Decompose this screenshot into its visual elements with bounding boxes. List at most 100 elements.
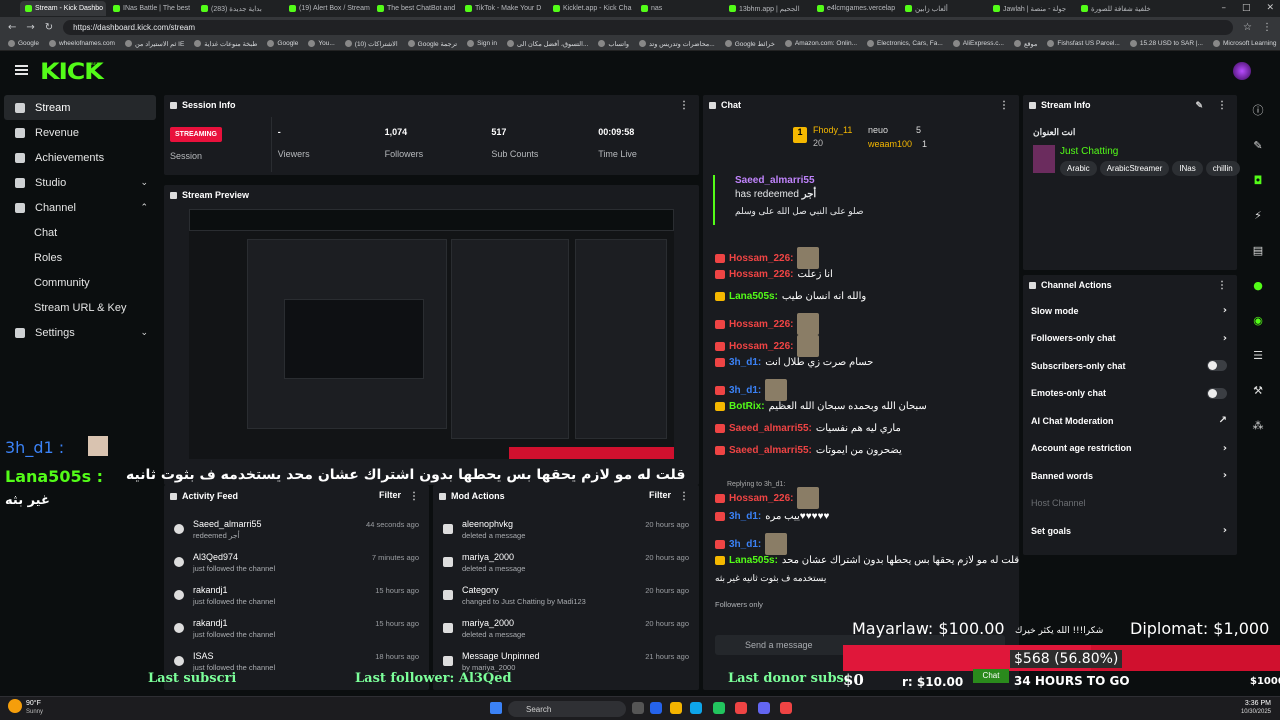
- mod-action-item[interactable]: aleenophvkg deleted a message 20 hours ago: [433, 515, 699, 548]
- chat-message[interactable]: Lana505s: قلت له مو لازم يحقها بس يحطها ب…: [715, 555, 1019, 566]
- chat-message[interactable]: Hossam_226:: [715, 247, 820, 269]
- chat-username[interactable]: Hossam_226:: [729, 341, 793, 352]
- bookmark-item[interactable]: Google: [8, 40, 39, 47]
- chat-message[interactable]: Lana505s: والله انه انسان طيب: [715, 291, 866, 302]
- more-icon[interactable]: ⋮: [1217, 100, 1227, 111]
- start-icon[interactable]: [490, 702, 502, 714]
- obs-icon[interactable]: [780, 702, 792, 714]
- bookmark-item[interactable]: Amazon.com: Onlin...: [784, 40, 857, 47]
- leader-name[interactable]: Fhody_11: [813, 125, 852, 135]
- chrome-icon[interactable]: [713, 702, 725, 714]
- share-icon[interactable]: ⁂: [1241, 410, 1275, 440]
- chat-username[interactable]: Hossam_226:: [729, 319, 793, 330]
- sidebar-item-chat[interactable]: Chat: [0, 220, 160, 245]
- channel-action-item[interactable]: Followers-only chat ›: [1023, 325, 1237, 353]
- bookmark-item[interactable]: Google ترجمة: [407, 40, 457, 48]
- chat-message[interactable]: 3h_d1: حسام صرت زي طلال انت: [715, 357, 873, 368]
- activity-item[interactable]: Saeed_almarri55 redeemed أجر 44 seconds ag…: [164, 515, 429, 548]
- bookmark-item[interactable]: You...: [308, 40, 335, 47]
- notes-icon[interactable]: ▤: [1241, 235, 1275, 265]
- info-icon[interactable]: ⓘ: [1241, 95, 1275, 125]
- sidebar-item-roles[interactable]: Roles: [0, 245, 160, 270]
- bookmark-item[interactable]: AliExpress.c...: [952, 40, 1004, 47]
- more-icon[interactable]: ⋮: [679, 100, 689, 111]
- hamburger-icon[interactable]: [15, 65, 28, 75]
- chat-message[interactable]: 3h_d1: ييب مره♥♥♥♥♥: [715, 511, 829, 522]
- tag-chip[interactable]: INas: [1172, 161, 1203, 176]
- bookmark-item[interactable]: ثم الاستيراد من IE: [124, 40, 184, 48]
- activity-item[interactable]: rakandj1 just followed the channel 15 hour…: [164, 581, 429, 614]
- category-name[interactable]: Just Chatting: [1060, 146, 1118, 157]
- bookmark-item[interactable]: واتساب: [598, 40, 629, 48]
- sidebar-item-stream-url-key[interactable]: Stream URL & Key: [0, 295, 160, 320]
- channel-action-item[interactable]: Banned words ›: [1023, 462, 1237, 490]
- minimize-button[interactable]: –: [1221, 3, 1226, 13]
- channel-action-item[interactable]: AI Chat Moderation ↗: [1023, 407, 1237, 435]
- channel-action-item[interactable]: Slow mode ›: [1023, 297, 1237, 325]
- bookmark-item[interactable]: Microsoft Learning: [1212, 40, 1276, 47]
- star-icon[interactable]: ☆: [1243, 22, 1252, 33]
- tag-chip[interactable]: Arabic: [1060, 161, 1097, 176]
- more-icon[interactable]: ⋮: [999, 100, 1009, 111]
- browser-tab[interactable]: (283) بداية جديدة: [196, 1, 282, 16]
- folder-icon[interactable]: [670, 702, 682, 714]
- taskbar-search[interactable]: Search: [508, 701, 626, 717]
- activity-item[interactable]: Al3Qed974 just followed the channel 7 minu…: [164, 548, 429, 581]
- chat-message[interactable]: Hossam_226:: [715, 335, 820, 357]
- more-icon[interactable]: ⋮: [1217, 280, 1227, 291]
- bookmark-item[interactable]: Google: [267, 40, 298, 47]
- reload-icon[interactable]: ↻: [45, 22, 53, 33]
- browser-tab[interactable]: Stream - Kick Dashbo: [20, 1, 106, 16]
- browser-tab[interactable]: nas: [636, 1, 722, 16]
- chat-message[interactable]: Hossam_226:: [715, 487, 820, 509]
- sidebar-item-studio[interactable]: Studio ⌄: [0, 170, 160, 195]
- bookmark-item[interactable]: wheelofnames.com: [48, 40, 115, 47]
- chat-username[interactable]: 3h_d1:: [729, 357, 761, 368]
- bookmark-item[interactable]: التسوق، أفضل مكان الى...: [506, 40, 588, 48]
- toggle-switch[interactable]: [1207, 360, 1227, 372]
- bookmark-item[interactable]: Google خرائط: [724, 40, 775, 48]
- sidebar-item-channel[interactable]: Channel ⌃: [0, 195, 160, 220]
- app-icon[interactable]: [650, 702, 662, 714]
- forward-icon[interactable]: →: [26, 22, 34, 33]
- tag-chip[interactable]: chillin: [1205, 161, 1240, 176]
- chat-username[interactable]: Saeed_almarri55:: [729, 445, 812, 456]
- channel-action-item[interactable]: Account age restriction ›: [1023, 435, 1237, 463]
- sidebar-item-revenue[interactable]: Revenue: [0, 120, 160, 145]
- taskview-icon[interactable]: [632, 702, 644, 714]
- channel-action-item[interactable]: Set goals ›: [1023, 517, 1237, 545]
- browser-tab[interactable]: TikTok - Make Your D: [460, 1, 546, 16]
- chat-message[interactable]: BotRix: سبحان الله وبحمده سبحان الله العظ…: [715, 401, 927, 412]
- activity-item[interactable]: rakandj1 just followed the channel 15 hour…: [164, 614, 429, 647]
- bookmark-item[interactable]: محاضرات وتدريس وتد...: [639, 40, 715, 48]
- browser-tab[interactable]: Jawlah | جولة - منصة: [988, 1, 1074, 16]
- chat-username[interactable]: Hossam_226:: [729, 493, 793, 504]
- bookmark-item[interactable]: 15.28 USD to SAR |...: [1129, 40, 1203, 47]
- sidebar-item-community[interactable]: Community: [0, 270, 160, 295]
- sidebar-item-settings[interactable]: Settings ⌄: [0, 320, 160, 345]
- stream-preview-video[interactable]: [189, 209, 674, 459]
- bookmark-item[interactable]: Fishsfast US Parcel...: [1047, 40, 1120, 47]
- back-icon[interactable]: ←: [8, 22, 16, 33]
- browser-tab[interactable]: ألعاب زابين: [900, 1, 986, 16]
- bookmark-item[interactable]: Sign in: [467, 40, 497, 47]
- filter-button[interactable]: Filter: [649, 490, 671, 500]
- mod-action-item[interactable]: Category changed to Just Chatting by Madi…: [433, 581, 699, 614]
- browser-tab[interactable]: e4lcmgames.vercelap: [812, 1, 898, 16]
- capture-icon[interactable]: ◘: [1241, 165, 1275, 195]
- menu-icon[interactable]: ⋮: [1262, 22, 1272, 33]
- chat-message[interactable]: Saeed_almarri55: ماري ليه هم نفسيات: [715, 423, 901, 434]
- chat-username[interactable]: 3h_d1:: [729, 539, 761, 550]
- maximize-button[interactable]: □: [1242, 3, 1251, 13]
- chat-message[interactable]: 3h_d1:: [715, 379, 788, 401]
- browser-tab[interactable]: The best ChatBot and: [372, 1, 458, 16]
- chat-username[interactable]: Hossam_226:: [729, 253, 793, 264]
- list-icon[interactable]: ☰: [1241, 340, 1275, 370]
- chat-username[interactable]: 3h_d1:: [729, 511, 761, 522]
- chat-bubble-icon[interactable]: ●: [1241, 270, 1275, 300]
- brave-icon[interactable]: [735, 702, 747, 714]
- chat-username[interactable]: Lana505s:: [729, 291, 778, 302]
- redeem-user[interactable]: Saeed_almarri55: [735, 175, 1009, 186]
- chat-username[interactable]: 3h_d1:: [729, 385, 761, 396]
- chat-username[interactable]: BotRix:: [729, 401, 765, 412]
